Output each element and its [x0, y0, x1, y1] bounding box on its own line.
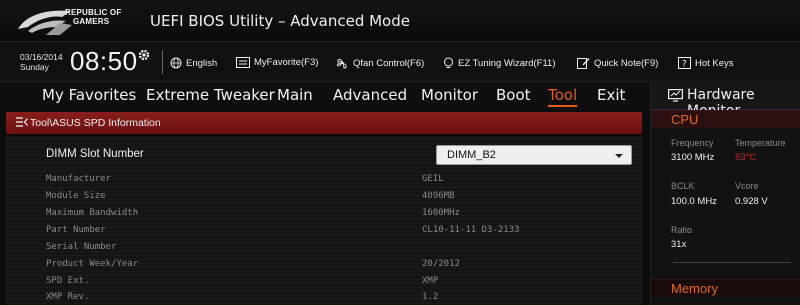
spd-info-panel: DIMM Slot Number DIMM_B2 Manufacturer GE… [6, 136, 642, 305]
menu-back-icon[interactable] [16, 117, 28, 128]
qfan-control-button[interactable]: Qfan Control(F6) [336, 57, 424, 69]
memory-section-header: Memory [651, 279, 800, 297]
tab-boot[interactable]: Boot [496, 86, 531, 104]
spd-row-max-bandwidth: Maximum Bandwidth 1600MHz [46, 208, 636, 224]
main-nav: My Favorites Extreme Tweaker Main Advanc… [0, 82, 650, 110]
temperature-label: Temperature [735, 138, 786, 148]
myfavorite-button[interactable]: MyFavorite(F3) [236, 57, 318, 68]
language-button[interactable]: English [170, 57, 217, 69]
tab-monitor[interactable]: Monitor [421, 86, 478, 104]
frequency-value: 3100 MHz [671, 152, 715, 163]
breadcrumb[interactable]: Tool\ASUS SPD Information [6, 112, 642, 134]
app-title: UEFI BIOS Utility – Advanced Mode [150, 12, 410, 30]
spd-value: 4096MB [422, 191, 455, 201]
quick-note-label: Quick Note(F9) [594, 57, 659, 69]
logo-line-2: GAMERS [73, 17, 110, 26]
hardware-monitor-header: Hardware Monitor [651, 82, 800, 119]
spd-row-spd-ext: SPD Ext. XMP [46, 276, 636, 292]
rog-logo-text: REPUBLIC OF GAMERS [65, 8, 125, 26]
spd-value: 20/2012 [422, 259, 460, 269]
spd-label: Product Week/Year [46, 259, 139, 269]
tab-exit[interactable]: Exit [597, 86, 625, 104]
qfan-control-label: Qfan Control(F6) [353, 57, 425, 69]
spd-label: Module Size [46, 191, 106, 201]
temperature-value: 83°C [735, 152, 757, 163]
gear-icon[interactable] [138, 49, 150, 61]
date-display: 03/16/2014 Sunday [20, 52, 63, 72]
monitor-icon [668, 89, 683, 102]
spd-value: 1.2 [422, 292, 439, 302]
logo-line-1: REPUBLIC OF [65, 8, 122, 17]
bclk-value: 100.0 MHz [671, 196, 717, 207]
info-bar: 03/16/2014 Sunday 08:50 English MyFavori… [0, 42, 800, 82]
spd-row-xmp-rev: XMP Rev. 1.2 [46, 292, 636, 305]
time-display: 08:50 [70, 46, 138, 76]
spd-label: XMP Rev. [46, 292, 90, 302]
divider [673, 262, 791, 263]
spd-row-serial-number: Serial Number [46, 242, 636, 258]
tab-tool[interactable]: Tool [548, 86, 578, 107]
bulb-icon [444, 57, 453, 68]
chevron-down-icon [615, 154, 623, 158]
quick-note-button[interactable]: Quick Note(F9) [577, 57, 658, 69]
day-text: Sunday [20, 62, 49, 72]
hot-keys-label: Hot Keys [695, 57, 734, 69]
note-icon [577, 58, 590, 69]
tab-main[interactable]: Main [277, 86, 313, 104]
globe-icon [170, 57, 182, 69]
ratio-value: 31x [671, 239, 687, 250]
ratio-label: Ratio [671, 225, 693, 235]
cpu-section-title: CPU [671, 112, 699, 127]
fan-icon [336, 58, 347, 69]
favorite-icon [236, 57, 250, 68]
dimm-slot-label: DIMM Slot Number [46, 148, 144, 160]
spd-value: 1600MHz [422, 208, 460, 218]
cpu-section-header: CPU [651, 110, 800, 128]
tab-extreme-tweaker[interactable]: Extreme Tweaker [146, 86, 275, 104]
spd-row-manufacturer: Manufacturer GEIL [46, 174, 636, 190]
tab-advanced[interactable]: Advanced [333, 86, 407, 104]
myfavorite-label: MyFavorite(F3) [254, 57, 319, 68]
spd-row-module-size: Module Size 4096MB [46, 191, 636, 207]
spd-label: SPD Ext. [46, 276, 90, 286]
spd-label: Serial Number [46, 242, 117, 252]
svg-text:?: ? [682, 60, 687, 70]
dimm-slot-value: DIMM_B2 [447, 149, 496, 161]
hot-keys-button[interactable]: ? Hot Keys [678, 57, 734, 69]
spd-label: Part Number [46, 225, 106, 235]
spd-row-part-number: Part Number CL10-11-11 D3-2133 [46, 225, 636, 241]
spd-value: GEIL [422, 174, 444, 184]
spd-label: Manufacturer [46, 174, 112, 184]
spd-value: CL10-11-11 D3-2133 [422, 225, 520, 235]
tab-my-favorites[interactable]: My Favorites [42, 86, 136, 104]
ez-tuning-wizard-label: EZ Tuning Wizard(F11) [458, 57, 556, 69]
date-text: 03/16/2014 [20, 52, 63, 62]
spd-label: Maximum Bandwidth [46, 208, 139, 218]
hotkeys-icon: ? [678, 57, 691, 69]
memory-section-title: Memory [671, 281, 718, 296]
spd-value: XMP [422, 276, 439, 286]
vcore-value: 0.928 V [735, 196, 768, 207]
frequency-label: Frequency [671, 138, 714, 148]
language-label: English [186, 57, 218, 69]
title-bar: REPUBLIC OF GAMERS UEFI BIOS Utility – A… [0, 0, 800, 42]
hardware-monitor-panel: Hardware Monitor CPU Frequency 3100 MHz … [650, 82, 800, 305]
ez-tuning-wizard-button[interactable]: EZ Tuning Wizard(F11) [443, 57, 556, 69]
breadcrumb-path: Tool\ASUS SPD Information [30, 117, 161, 129]
bclk-label: BCLK [671, 181, 695, 191]
divider [162, 50, 163, 74]
dimm-slot-select[interactable]: DIMM_B2 [436, 145, 632, 165]
spd-row-product-week-year: Product Week/Year 20/2012 [46, 259, 636, 275]
vcore-label: Vcore [735, 181, 759, 191]
